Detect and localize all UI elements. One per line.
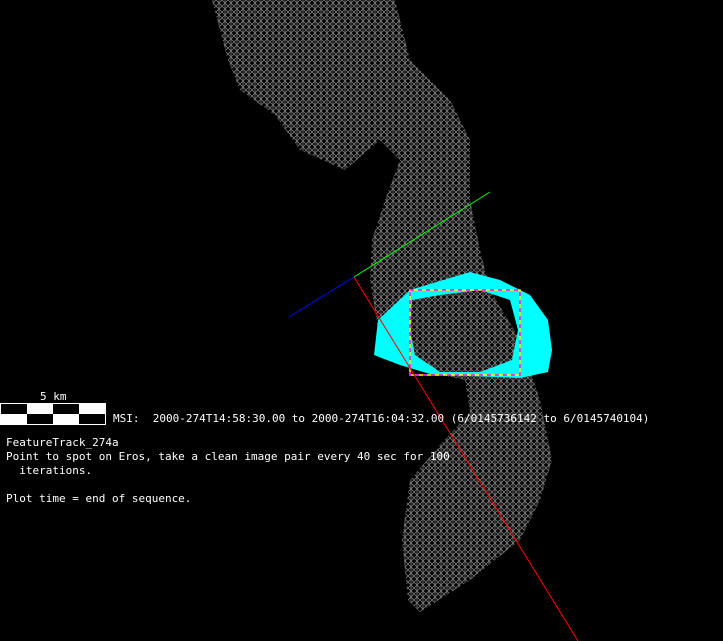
sequence-description: Point to spot on Eros, take a clean imag… [6,450,450,463]
eros-scene [212,0,579,641]
sequence-name: FeatureTrack_274a [6,436,119,449]
scale-label: 5 km [40,390,67,403]
eros-viewer: 5 km MSI: 2000-274T14:58:30.00 to 2000-2… [0,0,723,641]
sequence-description-cont: iterations. [6,464,93,477]
axis-z [288,276,355,318]
plot-time-note: Plot time = end of sequence. [6,492,192,505]
scale-bar [0,403,106,425]
asteroid-mesh [212,0,552,612]
msi-time-range: MSI: 2000-274T14:58:30.00 to 2000-274T16… [113,412,650,425]
